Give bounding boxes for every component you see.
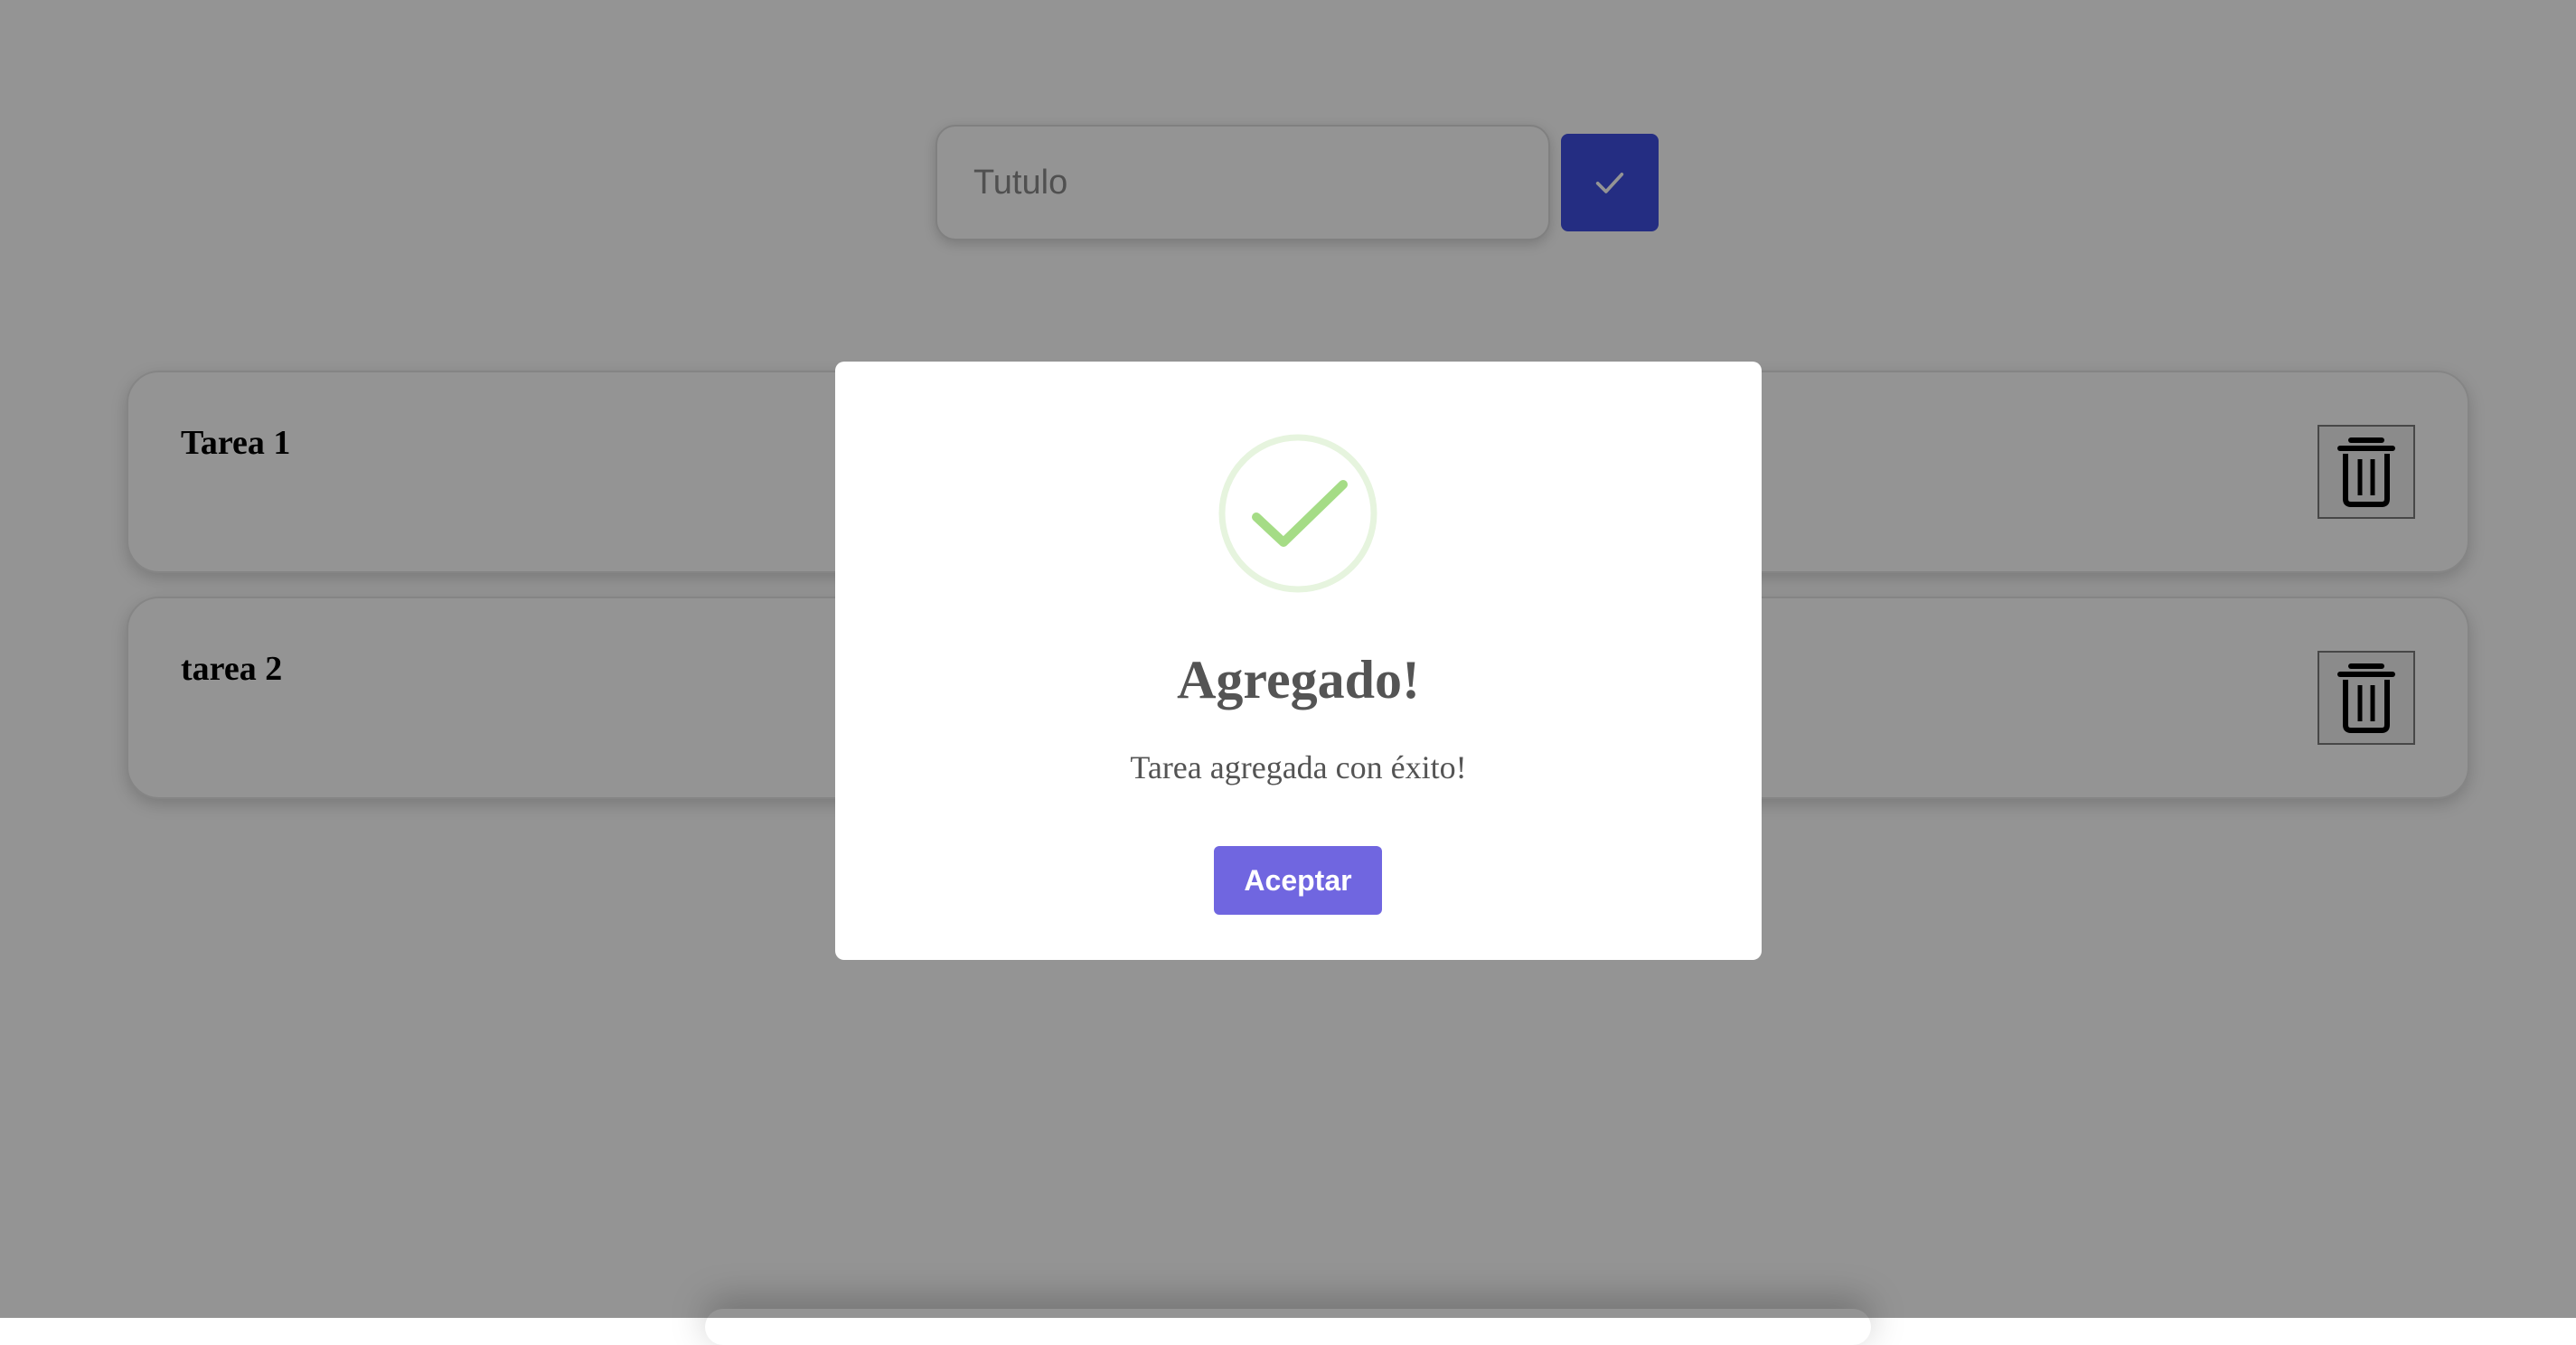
dialog-message: Tarea agregada con éxito! <box>1130 749 1467 785</box>
success-check-icon <box>1218 434 1377 593</box>
dialog-title: Agregado! <box>1177 650 1420 710</box>
confirm-button[interactable]: Aceptar <box>1214 846 1382 915</box>
success-dialog: Agregado! Tarea agregada con éxito! Acep… <box>835 362 1762 960</box>
